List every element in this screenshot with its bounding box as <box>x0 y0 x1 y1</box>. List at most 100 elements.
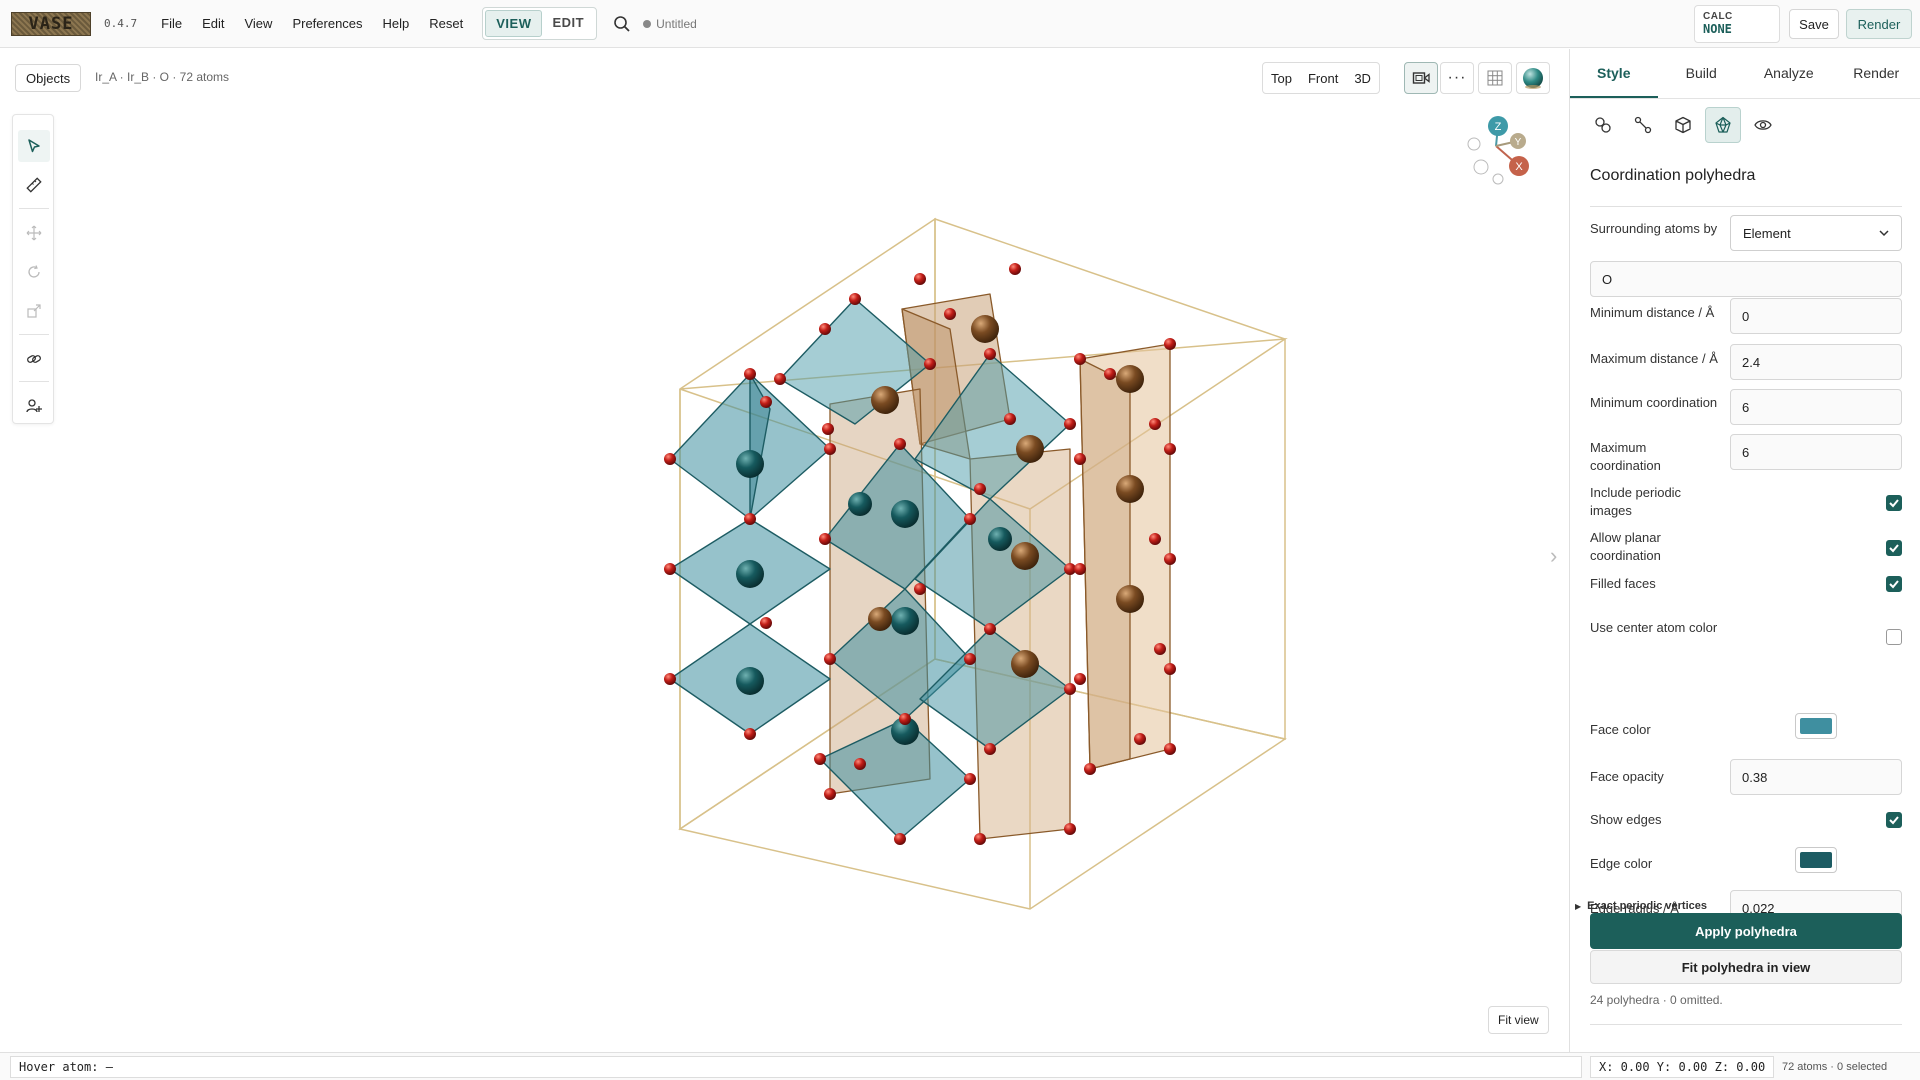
view-front-button[interactable]: Front <box>1300 71 1346 86</box>
face-opacity-input[interactable]: 0.38 <box>1730 759 1902 795</box>
face-color-swatch[interactable] <box>1795 713 1837 739</box>
view-top-button[interactable]: Top <box>1263 71 1300 86</box>
max-coordination-label: Maximum coordination <box>1590 440 1661 473</box>
top-bar: VASE 0.4.7 File Edit View Preferences He… <box>0 0 1920 48</box>
edge-color-swatch[interactable] <box>1795 847 1837 873</box>
checkmark-icon <box>1889 816 1899 825</box>
menu-reset[interactable]: Reset <box>419 16 473 31</box>
subtab-atoms[interactable] <box>1585 107 1621 143</box>
tab-render[interactable]: Render <box>1833 49 1920 98</box>
scale-icon <box>27 304 41 318</box>
menu-file[interactable]: File <box>151 16 192 31</box>
min-distance-label: Minimum distance / Å <box>1590 305 1715 320</box>
surrounding-select[interactable]: Element <box>1730 215 1902 251</box>
max-distance-label: Maximum distance / Å <box>1590 351 1718 366</box>
fit-view-button[interactable]: Fit view <box>1488 1006 1549 1034</box>
unsaved-dot-icon <box>643 19 652 28</box>
environment-button[interactable] <box>1516 62 1550 94</box>
status-bar: Hover atom: — X: 0.00 Y: 0.00 Z: 0.00 72… <box>0 1052 1920 1080</box>
menu-view[interactable]: View <box>234 16 282 31</box>
style-subtabs <box>1585 107 1781 143</box>
chevron-down-icon <box>1879 230 1889 237</box>
structure-summary: Ir_A · Ir_B · O · 72 atoms <box>95 70 230 84</box>
search-button[interactable] <box>611 13 633 35</box>
polyhedron-icon <box>1715 116 1731 133</box>
more-options-button[interactable]: ··· <box>1440 62 1474 94</box>
menu-edit[interactable]: Edit <box>192 16 234 31</box>
exact-periodic-toggle[interactable]: ▶ Exact periodic vertices <box>1575 900 1707 912</box>
subtab-cell[interactable] <box>1665 107 1701 143</box>
view-preset-group: Top Front 3D <box>1262 62 1380 94</box>
bond-tool[interactable] <box>18 343 50 375</box>
atoms-icon <box>1595 117 1611 133</box>
menu-bar: File Edit View Preferences Help Reset <box>151 16 473 31</box>
element-input[interactable]: O <box>1590 261 1902 297</box>
move-tool[interactable] <box>18 217 50 249</box>
calculator-status[interactable]: CALC NONE <box>1694 5 1780 43</box>
min-distance-input[interactable]: 0 <box>1730 298 1902 334</box>
link-icon <box>27 355 41 363</box>
tab-build[interactable]: Build <box>1658 49 1746 98</box>
save-button[interactable]: Save <box>1789 9 1839 39</box>
tool-rail <box>12 114 54 424</box>
document-status: Untitled <box>643 17 697 31</box>
axis-z-label: Z <box>1495 121 1502 133</box>
hover-atom-readout: Hover atom: — <box>10 1055 1582 1078</box>
calc-label: CALC <box>1703 11 1733 22</box>
menu-preferences[interactable]: Preferences <box>282 16 372 31</box>
grid-toggle-button[interactable] <box>1478 62 1512 94</box>
triangle-right-icon: ▶ <box>1575 902 1582 911</box>
sphere-icon <box>1523 68 1543 89</box>
tab-analyze[interactable]: Analyze <box>1745 49 1833 98</box>
add-atom-icon <box>26 399 42 413</box>
filled-faces-checkbox[interactable] <box>1886 576 1902 592</box>
show-edges-checkbox[interactable] <box>1886 812 1902 828</box>
max-coordination-input[interactable]: 6 <box>1730 434 1902 470</box>
show-edges-label: Show edges <box>1590 812 1662 827</box>
min-coordination-input[interactable]: 6 <box>1730 389 1902 425</box>
bonds-icon <box>1634 116 1652 134</box>
checkmark-icon <box>1889 544 1899 553</box>
subtab-bonds[interactable] <box>1625 107 1661 143</box>
mode-toggle: VIEW EDIT <box>482 7 598 40</box>
axis-gizmo[interactable]: Y Z X <box>1460 111 1540 191</box>
app-version: 0.4.7 <box>104 17 138 30</box>
subtab-visibility[interactable] <box>1745 107 1781 143</box>
view-3d-button[interactable]: 3D <box>1346 71 1379 86</box>
edit-mode-button[interactable]: EDIT <box>542 10 594 37</box>
include-periodic-checkbox[interactable] <box>1886 495 1902 511</box>
selection-summary: 72 atoms · 0 selected <box>1782 1060 1888 1073</box>
document-title: Untitled <box>656 16 697 31</box>
surrounding-value: Element <box>1743 225 1791 241</box>
add-atom-tool[interactable] <box>18 390 50 422</box>
rotate-icon <box>28 265 40 278</box>
3d-viewport[interactable]: Objects Ir_A · Ir_B · O · 72 atoms Top F… <box>0 49 1568 1052</box>
subtab-polyhedra[interactable] <box>1705 107 1741 143</box>
render-button[interactable]: Render <box>1846 9 1912 39</box>
edge-color-label: Edge color <box>1590 856 1653 871</box>
view-mode-button[interactable]: VIEW <box>485 10 543 37</box>
use-center-label: Use center atom color <box>1590 620 1718 635</box>
apply-polyhedra-button[interactable]: Apply polyhedra <box>1590 913 1902 949</box>
scale-tool[interactable] <box>18 295 50 327</box>
max-distance-input[interactable]: 2.4 <box>1730 344 1902 380</box>
axis-y-label: Y <box>1515 137 1522 148</box>
tab-style[interactable]: Style <box>1570 49 1658 98</box>
camera-projection-button[interactable] <box>1404 62 1438 94</box>
fit-polyhedra-button[interactable]: Fit polyhedra in view <box>1590 950 1902 984</box>
menu-help[interactable]: Help <box>373 16 420 31</box>
rotate-tool[interactable] <box>18 256 50 288</box>
crystal-structure-render[interactable] <box>570 159 1300 959</box>
allow-planar-checkbox[interactable] <box>1886 540 1902 556</box>
objects-button[interactable]: Objects <box>15 64 82 92</box>
use-center-checkbox[interactable] <box>1886 629 1902 645</box>
checkmark-icon <box>1889 580 1899 589</box>
cursor-icon <box>28 139 40 153</box>
search-icon <box>614 15 630 32</box>
face-opacity-label: Face opacity <box>1590 769 1664 784</box>
collapse-panel-icon[interactable]: › <box>1550 543 1557 569</box>
select-tool[interactable] <box>18 130 50 162</box>
ruler-icon <box>26 177 42 193</box>
measure-tool[interactable] <box>18 169 50 201</box>
ellipsis-icon: ··· <box>1447 69 1467 86</box>
